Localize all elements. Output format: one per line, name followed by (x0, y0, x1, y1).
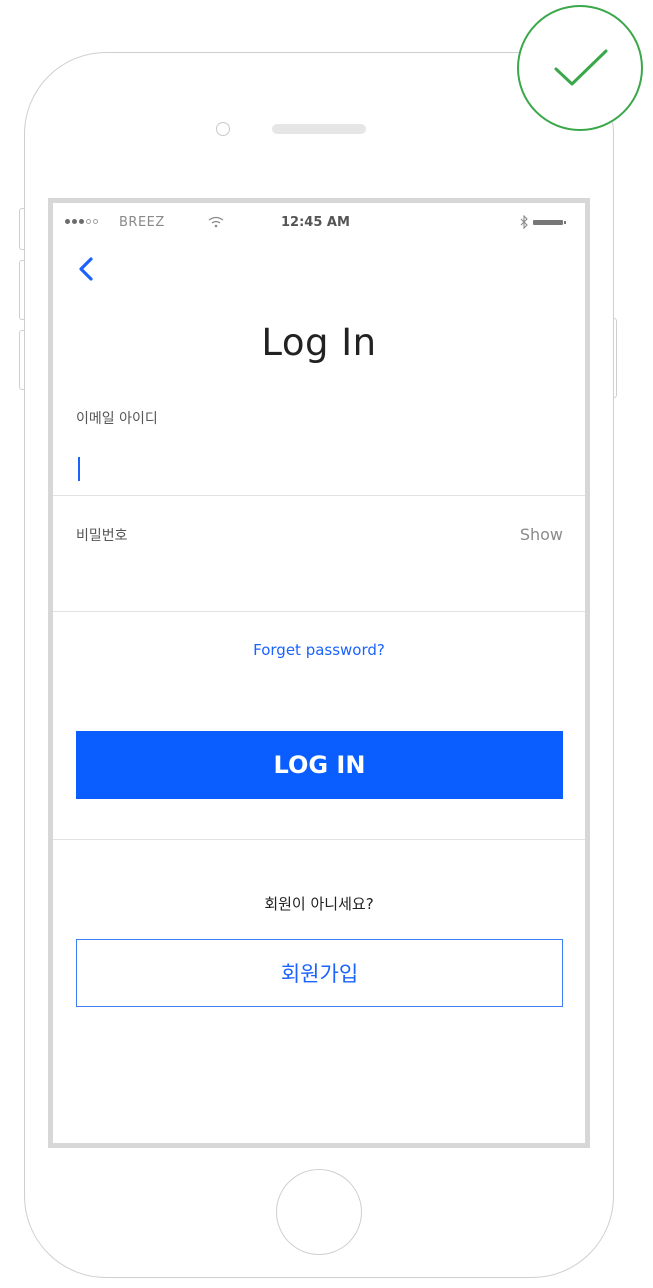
chevron-left-icon (79, 257, 93, 281)
email-label: 이메일 아이디 (76, 411, 158, 427)
phone-screen: BREEZ 12:45 AM Log In 이메일 아이디 비밀번호 Show … (48, 198, 590, 1148)
bluetooth-icon (520, 215, 528, 229)
password-label: 비밀번호 (76, 528, 128, 544)
text-caret (78, 457, 80, 481)
signal-dots-icon (65, 219, 98, 224)
back-button[interactable] (75, 253, 101, 285)
earpiece-speaker (272, 124, 366, 134)
password-divider (53, 611, 585, 612)
signup-button[interactable]: 회원가입 (76, 939, 563, 1007)
status-time: 12:45 AM (281, 215, 350, 230)
carrier-name: BREEZ (119, 215, 165, 230)
wifi-icon (208, 216, 224, 228)
check-badge (517, 5, 643, 131)
email-divider (53, 495, 585, 496)
front-camera (216, 122, 230, 136)
page-title: Log In (261, 321, 377, 364)
battery-icon (533, 220, 566, 225)
forgot-password-link[interactable]: Forget password? (53, 641, 585, 659)
email-field[interactable] (76, 453, 576, 487)
password-field[interactable] (76, 553, 576, 593)
status-bar: BREEZ 12:45 AM (53, 203, 585, 237)
show-password-button[interactable]: Show (520, 525, 563, 544)
home-button[interactable] (276, 1169, 362, 1255)
section-divider (53, 839, 585, 840)
checkmark-icon (554, 49, 608, 86)
login-button[interactable]: LOG IN (76, 731, 563, 799)
signup-prompt: 회원이 아니세요? (264, 895, 374, 913)
